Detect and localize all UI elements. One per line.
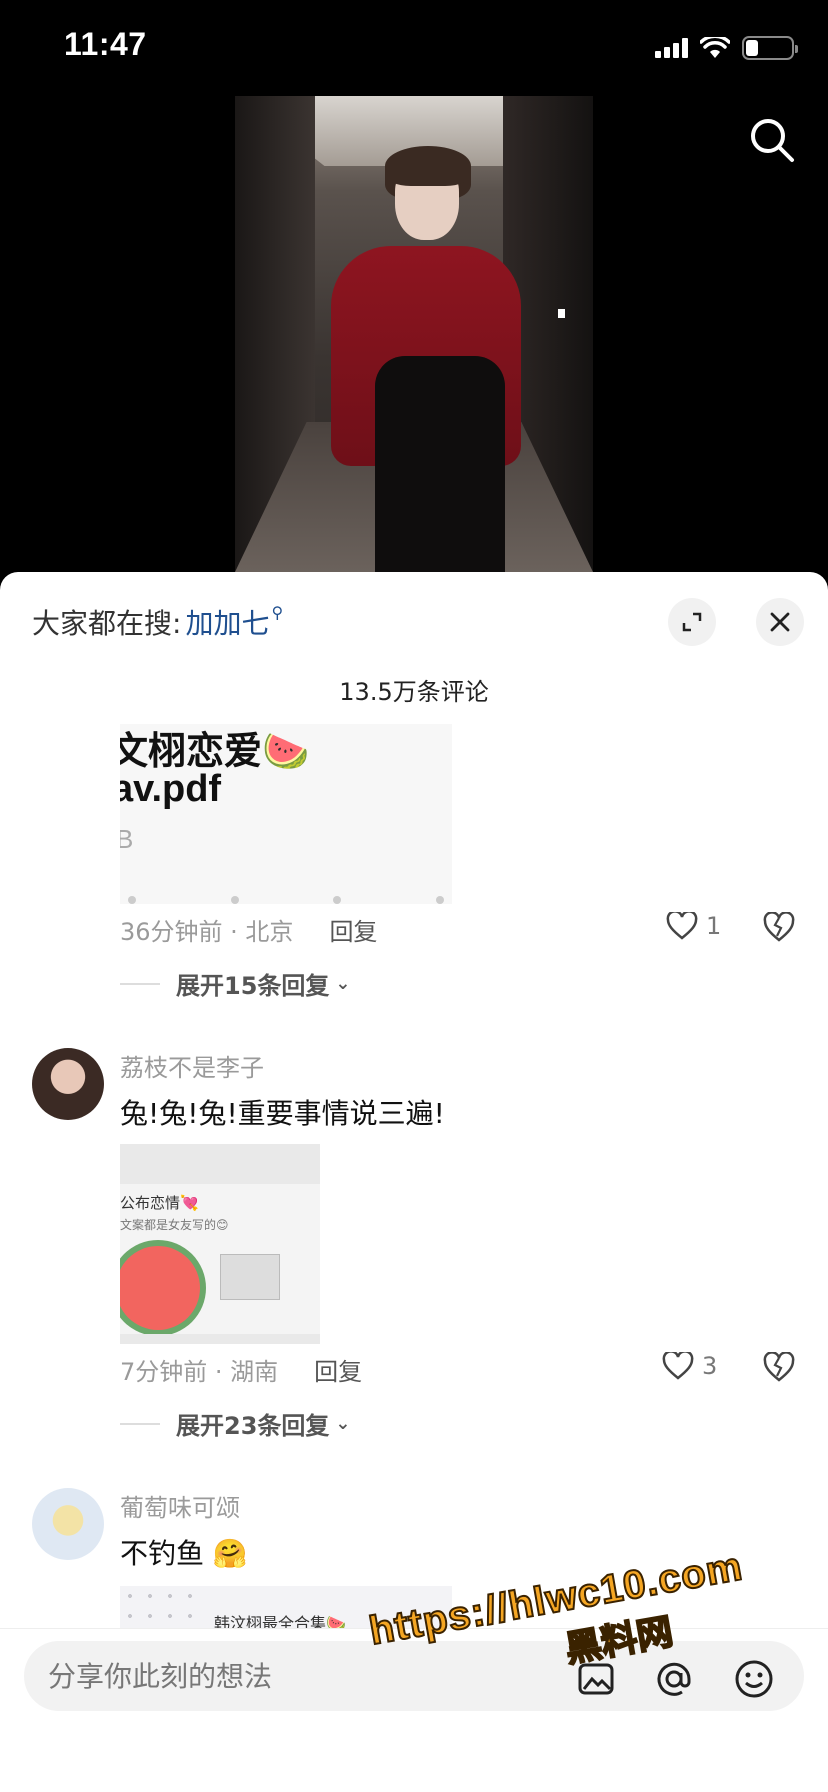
status-icons [655,36,798,60]
comment-text: 兔!兔!兔!重要事情说三遍! [120,1097,445,1130]
wifi-icon [700,37,730,58]
search-small-icon: ⚲ [271,602,284,622]
chevron-down-icon: ⌄ [335,973,351,994]
comment-count: 13.5万条评论 [339,678,489,706]
close-icon [770,612,790,632]
comment-meta: 7分钟前 · 湖南 回复 [120,1352,362,1387]
reply-button[interactable]: 回复 [314,1352,362,1387]
heart-icon [662,1352,694,1380]
hot-search-keyword[interactable]: 加加七 [185,602,269,642]
avatar[interactable] [32,1048,104,1120]
card-text: 文案都是女友写的😊 [120,1218,229,1232]
like-button[interactable]: 1 [666,912,721,940]
status-bar: 11:47 [0,0,828,96]
reply-button[interactable]: 回复 [329,912,377,947]
expand-replies[interactable]: 展开15条回复 ⌄ [120,966,351,1001]
close-button[interactable] [756,598,804,646]
expand-replies[interactable]: 展开23条回复 ⌄ [120,1406,351,1441]
hot-search-label: 大家都在搜: [32,607,182,640]
chevron-down-icon: ⌄ [335,1413,351,1434]
comment-username[interactable]: 葡萄味可颂 [120,1488,240,1523]
battery-icon [742,36,798,60]
like-button[interactable]: 3 [662,1352,717,1380]
expand-icon [682,612,702,632]
like-count: 3 [702,1352,718,1380]
comment-image-card[interactable]: 文栩恋爱🍉 av.pdf B [120,724,452,904]
like-count: 1 [706,912,722,940]
avatar[interactable] [32,1488,104,1560]
card-text: B [120,824,134,854]
expand-replies-label: 展开23条回复 [176,1412,330,1440]
card-text: 公布恋情💘 [120,1194,199,1212]
comment-username[interactable]: 荔枝不是李子 [120,1048,264,1083]
comment-meta: 36分钟前 · 北京 回复 [120,912,377,947]
comment-time-location: 7分钟前 · 湖南 [120,1358,279,1386]
comment-image-card[interactable]: 公布恋情💘 文案都是女友写的😊 [120,1144,320,1344]
card-text: av.pdf [120,768,222,810]
heart-icon [666,912,698,940]
search-icon[interactable] [748,116,796,164]
status-time: 11:47 [64,26,147,62]
video-frame[interactable] [235,96,593,572]
hot-search[interactable]: 大家都在搜: 加加七 ⚲ [32,602,283,642]
expand-replies-label: 展开15条回复 [176,972,330,1000]
broken-heart-icon[interactable] [762,1352,796,1382]
comment-text: 不钓鱼 🤗 [120,1537,248,1570]
expand-button[interactable] [668,598,716,646]
comment-time-location: 36分钟前 · 北京 [120,918,294,946]
cellular-signal-icon [655,38,688,58]
broken-heart-icon[interactable] [762,912,796,942]
